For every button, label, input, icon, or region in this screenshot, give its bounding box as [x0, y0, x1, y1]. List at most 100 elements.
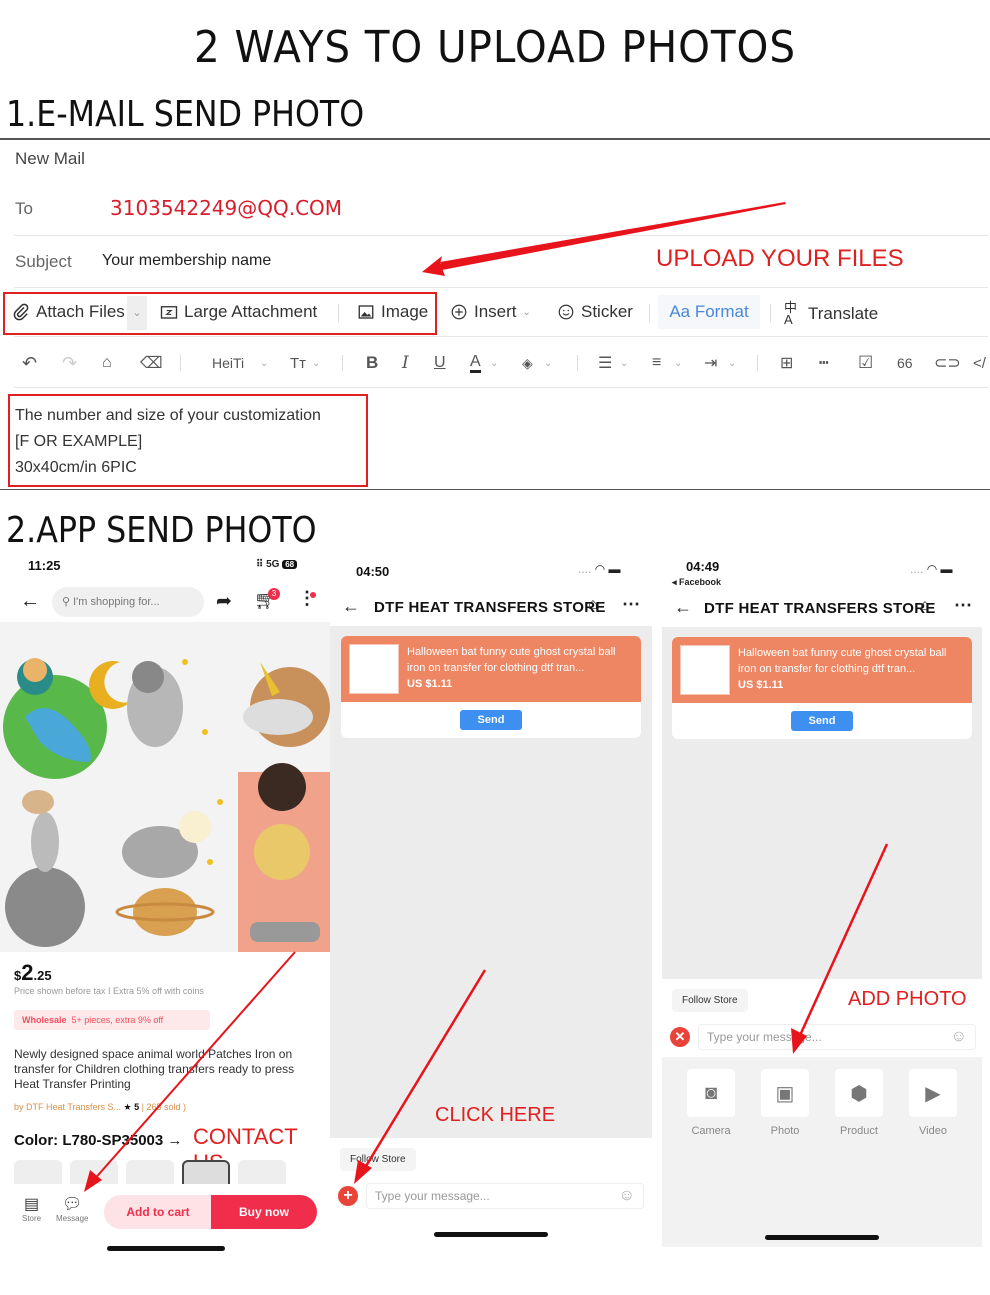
attach-option-video[interactable]: ▶ Video — [909, 1069, 957, 1137]
home-indicator — [765, 1235, 879, 1240]
align-icon[interactable]: ≡ — [652, 354, 661, 372]
section-app-title: 2.APP SEND PHOTO — [6, 510, 317, 551]
emoji-icon[interactable]: ☺ — [951, 1028, 967, 1046]
divider — [14, 287, 988, 288]
space-animals-illustration — [3, 658, 330, 952]
send-button[interactable]: Send — [460, 710, 522, 730]
product-text: Halloween bat funny cute ghost crystal b… — [407, 646, 616, 674]
redo-icon[interactable]: ↷ — [62, 353, 77, 374]
format-painter-icon[interactable]: ⌂ — [102, 354, 112, 372]
to-field[interactable]: 3103542249@QQ.COM — [110, 196, 342, 220]
chevron-down-icon: ⌄ — [312, 357, 321, 369]
signal-icon: .... — [910, 562, 924, 576]
image-button[interactable]: Image — [357, 302, 428, 322]
product-price: US $1.11 — [738, 679, 784, 691]
product-card-info[interactable]: Halloween bat funny cute ghost crystal b… — [672, 637, 972, 703]
attach-dropdown-chevron[interactable]: ⌄ — [127, 296, 147, 330]
divider — [342, 355, 343, 371]
page-title: 2 WAYS TO UPLOAD PHOTOS — [194, 22, 796, 73]
fill-color-icon[interactable]: ◈ — [522, 355, 533, 372]
insert-button[interactable]: Insert ⌄ — [450, 302, 531, 322]
section-email-title: 1.E-MAIL SEND PHOTO — [6, 94, 365, 135]
status-icons: .... ◠ ▬ — [910, 562, 953, 576]
subject-field[interactable]: Your membership name — [102, 252, 271, 270]
back-to-facebook-link[interactable]: ◂ Facebook — [672, 577, 721, 588]
back-arrow-icon[interactable]: ← — [342, 596, 360, 617]
divider — [14, 336, 988, 337]
attach-option-product[interactable]: ⬢ Product — [835, 1069, 883, 1137]
search-input[interactable]: ⚲ I'm shopping for... — [52, 587, 204, 617]
follow-store-button[interactable]: Follow Store — [672, 989, 748, 1012]
chevron-down-icon: ⌄ — [490, 357, 499, 369]
body-line: 30x40cm/in 6PIC — [15, 459, 137, 476]
quote-icon[interactable]: 66 — [897, 355, 913, 371]
list-icon[interactable]: ☰ — [598, 353, 612, 373]
attach-files-button[interactable]: Attach Files — [12, 302, 125, 322]
italic-icon[interactable]: I — [402, 353, 409, 373]
indent-icon[interactable]: ⇥ — [704, 353, 717, 373]
translate-button[interactable]: 中A Translate — [784, 300, 879, 327]
sticker-button[interactable]: Sticker — [557, 302, 633, 322]
signal-icon: ⠿ — [256, 559, 264, 570]
notification-dot — [310, 592, 316, 598]
font-size-select[interactable]: Tт — [290, 355, 306, 372]
chevron-down-icon: ⌄ — [522, 306, 531, 318]
sticker-label: Sticker — [581, 302, 633, 321]
status-signal: ⠿ 5G 68 — [256, 559, 298, 570]
add-to-cart-button[interactable]: Add to cart — [104, 1195, 212, 1229]
underline-icon[interactable]: U — [434, 354, 446, 372]
send-button[interactable]: Send — [791, 711, 853, 731]
camera-icon: ◙ — [687, 1069, 735, 1117]
more-icon[interactable]: ⋯ — [954, 595, 972, 616]
link-icon[interactable]: ⊂⊃ — [934, 353, 961, 373]
option-label: Photo — [770, 1125, 800, 1137]
store-button[interactable]: ▤ Store — [22, 1194, 41, 1223]
add-attachment-button[interactable]: + — [338, 1186, 358, 1206]
chevron-down-icon: ⌄ — [674, 357, 683, 369]
box-icon: ⬢ — [835, 1069, 883, 1117]
table-icon[interactable]: ⊞ — [780, 353, 793, 373]
store-label: Store — [22, 1214, 42, 1223]
eraser-icon[interactable]: ⌫ — [140, 353, 163, 373]
font-color-icon[interactable]: A — [470, 353, 481, 373]
share-icon[interactable]: ➦ — [216, 590, 232, 613]
email-body[interactable]: The number and size of your customizatio… — [15, 403, 321, 481]
message-label: Message — [56, 1214, 89, 1223]
product-text: Halloween bat funny cute ghost crystal b… — [738, 647, 947, 675]
code-icon[interactable]: </ — [973, 355, 986, 372]
buy-now-button[interactable]: Buy now — [211, 1195, 317, 1229]
format-button[interactable]: Aa Format — [658, 295, 760, 329]
divider-line-icon[interactable]: ┅ — [819, 353, 829, 373]
product-price: $2.25 — [14, 960, 52, 986]
bold-icon[interactable]: B — [366, 353, 378, 373]
attach-option-camera[interactable]: ◙ Camera — [687, 1069, 735, 1137]
storefront-icon[interactable]: ⌂ — [588, 596, 598, 614]
divider — [649, 304, 650, 322]
large-attachment-button[interactable]: Large Attachment — [160, 302, 317, 322]
product-card-info[interactable]: Halloween bat funny cute ghost crystal b… — [341, 636, 641, 702]
attach-option-photo[interactable]: ▣ Photo — [761, 1069, 809, 1137]
annotation-arrow — [84, 951, 296, 1192]
undo-icon[interactable]: ↶ — [22, 353, 37, 374]
product-card: Halloween bat funny cute ghost crystal b… — [672, 637, 972, 739]
close-attachment-button[interactable]: ✕ — [670, 1027, 690, 1047]
back-arrow-icon[interactable]: ← — [20, 590, 40, 613]
checkbox-icon[interactable]: ☑ — [858, 353, 873, 373]
price-cents: .25 — [33, 968, 52, 983]
translate-label: Translate — [808, 304, 879, 323]
status-time: 11:25 — [28, 558, 61, 573]
status-icons: .... ◠ ▬ — [578, 562, 621, 576]
translate-icon: 中A — [784, 300, 798, 327]
new-mail-title: New Mail — [15, 149, 85, 168]
large-attachment-label: Large Attachment — [184, 302, 318, 321]
format-toolbar: ↶ ↷ ⌂ ⌫ HeiTi ⌄ Tт ⌄ B I U A ⌄ ◈ ⌄ ☰ ⌄ ≡… — [22, 352, 990, 374]
product-image[interactable] — [0, 622, 330, 952]
emoji-icon[interactable]: ☺ — [619, 1187, 635, 1205]
search-placeholder: I'm shopping for... — [73, 596, 160, 608]
battery-icon: ▬ — [940, 562, 953, 576]
back-arrow-icon[interactable]: ← — [674, 597, 692, 618]
price-main: 2 — [21, 960, 34, 985]
more-icon[interactable]: ⋯ — [622, 594, 640, 615]
font-family-select[interactable]: HeiTi — [212, 355, 244, 371]
storefront-icon[interactable]: ⌂ — [920, 597, 930, 615]
